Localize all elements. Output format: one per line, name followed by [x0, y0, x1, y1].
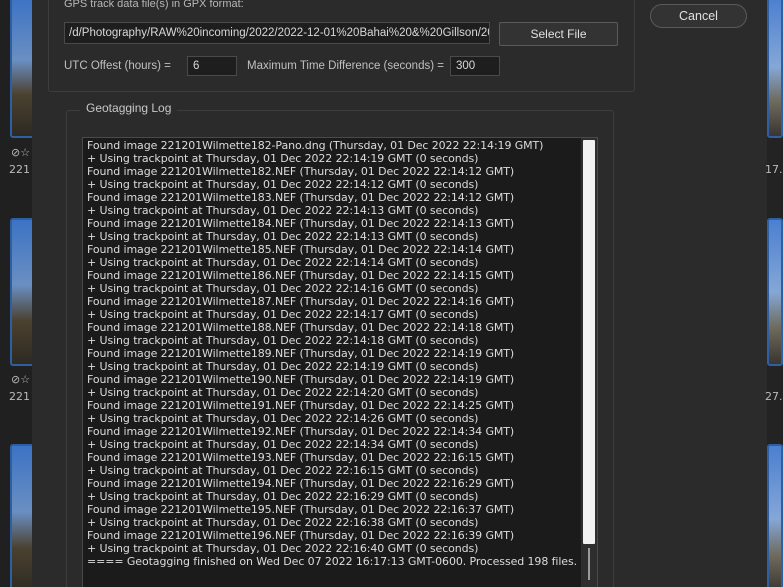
log-line: + Using trackpoint at Thursday, 01 Dec 2… — [87, 256, 479, 269]
log-line: Found image 221201Wilmette189.NEF (Thurs… — [87, 347, 515, 360]
log-line: Found image 221201Wilmette187.NEF (Thurs… — [87, 295, 515, 308]
gps-track-label: GPS track data file(s) in GPX format: — [64, 0, 244, 10]
log-line: + Using trackpoint at Thursday, 01 Dec 2… — [87, 360, 479, 373]
max-time-diff-label: Maximum Time Difference (seconds) = — [247, 60, 444, 72]
scrollbar-grip — [588, 548, 590, 580]
log-line: + Using trackpoint at Thursday, 01 Dec 2… — [87, 282, 479, 295]
thumbnail-caption: 27. — [765, 390, 783, 403]
log-line: Found image 221201Wilmette182.NEF (Thurs… — [87, 165, 515, 178]
thumbnail-caption: 221 — [9, 390, 30, 403]
log-line: Found image 221201Wilmette185.NEF (Thurs… — [87, 243, 515, 256]
thumbnail-caption: 221 — [9, 163, 30, 176]
log-line: Found image 221201Wilmette191.NEF (Thurs… — [87, 399, 515, 412]
log-lines: Found image 221201Wilmette182-Pano.dng (… — [87, 139, 579, 568]
log-line: Found image 221201Wilmette195.NEF (Thurs… — [87, 503, 515, 516]
scrollbar-thumb[interactable] — [583, 140, 595, 544]
log-line: + Using trackpoint at Thursday, 01 Dec 2… — [87, 386, 479, 399]
log-line: Found image 221201Wilmette194.NEF (Thurs… — [87, 477, 515, 490]
log-line: Found image 221201Wilmette192.NEF (Thurs… — [87, 425, 515, 438]
log-line: + Using trackpoint at Thursday, 01 Dec 2… — [87, 178, 479, 191]
select-file-button[interactable]: Select File — [499, 22, 618, 46]
max-time-diff-input[interactable]: 300 — [450, 56, 500, 76]
log-line: Found image 221201Wilmette196.NEF (Thurs… — [87, 529, 515, 542]
gpx-path-input[interactable]: /d/Photography/RAW%20incoming/2022/2022-… — [64, 22, 490, 44]
log-line: + Using trackpoint at Thursday, 01 Dec 2… — [87, 412, 479, 425]
log-line: + Using trackpoint at Thursday, 01 Dec 2… — [87, 464, 479, 477]
log-line: + Using trackpoint at Thursday, 01 Dec 2… — [87, 438, 479, 451]
gps-group-box — [48, 0, 635, 92]
log-line: Found image 221201Wilmette193.NEF (Thurs… — [87, 451, 515, 464]
log-line: Found image 221201Wilmette182-Pano.dng (… — [87, 139, 544, 152]
geotagging-log-textarea[interactable]: Found image 221201Wilmette182-Pano.dng (… — [82, 137, 598, 587]
log-line: Found image 221201Wilmette186.NEF (Thurs… — [87, 269, 515, 282]
thumbnail-caption: 17. — [765, 163, 783, 176]
log-line: + Using trackpoint at Thursday, 01 Dec 2… — [87, 230, 479, 243]
log-line: + Using trackpoint at Thursday, 01 Dec 2… — [87, 542, 479, 555]
log-line: + Using trackpoint at Thursday, 01 Dec 2… — [87, 204, 479, 217]
thumbnail[interactable] — [767, 218, 783, 366]
log-line: ==== Geotagging finished on Wed Dec 07 2… — [87, 555, 577, 568]
utc-offset-label: UTC Offest (hours) = — [64, 60, 171, 72]
reject-star-icon: ⊘☆ — [11, 146, 31, 159]
thumbnail[interactable] — [767, 444, 783, 587]
log-line: + Using trackpoint at Thursday, 01 Dec 2… — [87, 152, 479, 165]
log-line: + Using trackpoint at Thursday, 01 Dec 2… — [87, 516, 479, 529]
log-line: Found image 221201Wilmette188.NEF (Thurs… — [87, 321, 515, 334]
log-line: Found image 221201Wilmette183.NEF (Thurs… — [87, 191, 515, 204]
thumbnail[interactable] — [767, 0, 783, 138]
log-line: Found image 221201Wilmette184.NEF (Thurs… — [87, 217, 515, 230]
cancel-button[interactable]: Cancel — [650, 4, 747, 28]
reject-star-icon: ⊘☆ — [11, 373, 31, 386]
log-line: Found image 221201Wilmette190.NEF (Thurs… — [87, 373, 515, 386]
background-grid-right: 17. 27. — [765, 0, 783, 587]
log-line: + Using trackpoint at Thursday, 01 Dec 2… — [87, 308, 479, 321]
utc-offset-input[interactable]: 6 — [187, 56, 237, 76]
background-grid-left: ⊘☆ 221 ⊘☆ 221 — [0, 0, 36, 587]
log-line: + Using trackpoint at Thursday, 01 Dec 2… — [87, 490, 479, 503]
log-line: + Using trackpoint at Thursday, 01 Dec 2… — [87, 334, 479, 347]
log-scrollbar[interactable] — [581, 138, 597, 587]
geotagging-log-title: Geotagging Log — [80, 101, 178, 115]
